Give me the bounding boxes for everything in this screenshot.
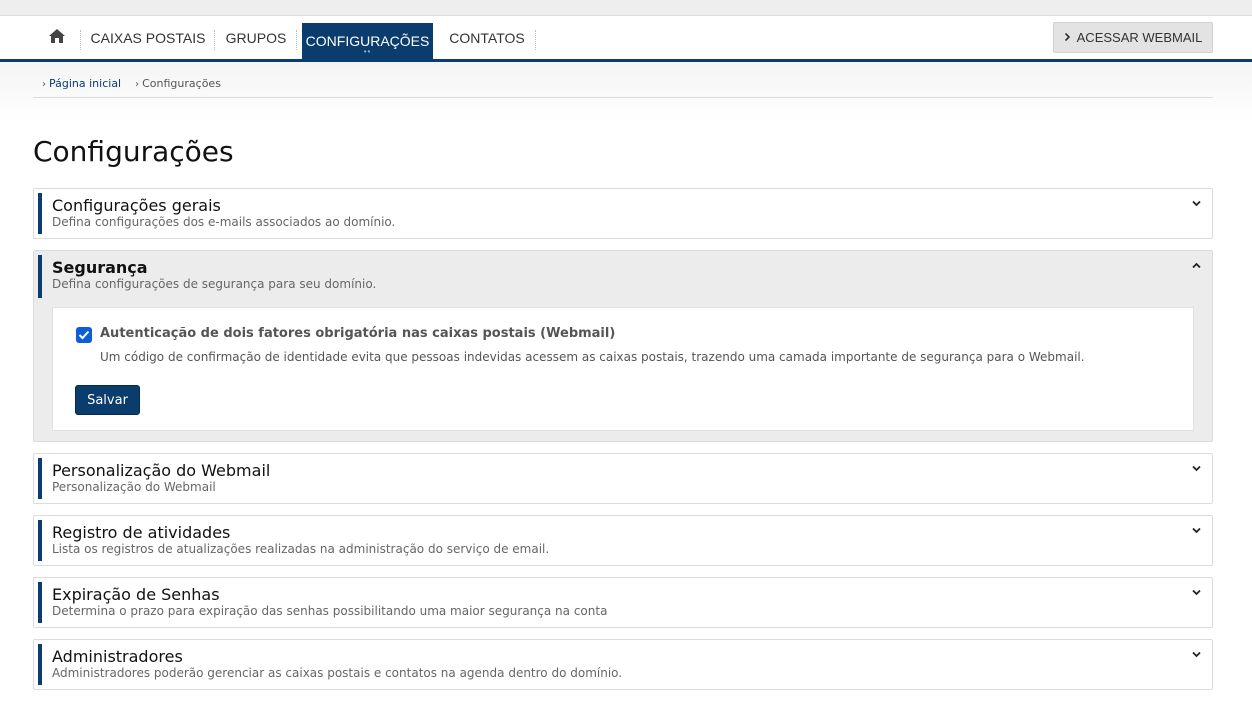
chevron-down-icon[interactable] [1188,460,1204,476]
nav-configuracoes[interactable]: CONFIGURAÇÕES •• [302,23,433,59]
section-subtitle: Administradores poderão gerenciar as cai… [52,666,623,680]
breadcrumb-current: Configurações [142,77,221,90]
two-factor-checkbox[interactable] [76,327,92,343]
nav-caixas-postais-label: CAIXAS POSTAIS [90,29,206,46]
section-accent-bar [38,582,42,623]
browser-top-strip [0,0,1252,16]
section-title: Configurações gerais [52,196,221,215]
section-accent-bar [38,255,42,298]
breadcrumb-band [0,62,1252,122]
chevron-down-icon[interactable] [1188,195,1204,211]
section-expiracao-senhas[interactable]: Expiração de Senhas Determina o prazo pa… [33,577,1213,628]
nav-home-button[interactable] [33,16,81,59]
breadcrumb: › Página inicial › Configurações [42,77,221,90]
top-navbar: CAIXAS POSTAIS GRUPOS CONFIGURAÇÕES •• C… [0,16,1252,62]
nav-grupos[interactable]: GRUPOS [215,16,297,59]
chevron-down-icon[interactable] [1188,584,1204,600]
section-configuracoes-gerais[interactable]: Configurações gerais Defina configuraçõe… [33,188,1213,239]
nav-grupos-label: GRUPOS [225,29,287,46]
chevron-up-icon[interactable] [1188,257,1204,273]
chevron-right-icon: › [42,79,46,90]
section-registro-atividades[interactable]: Registro de atividades Lista os registro… [33,515,1213,566]
section-title: Administradores [52,647,183,666]
page-title: Configurações [33,135,234,168]
breadcrumb-divider [33,97,1213,98]
two-factor-help-text: Um código de confirmação de identidade e… [100,350,1085,364]
chevron-down-icon[interactable] [1188,646,1204,662]
section-subtitle: Lista os registros de atualizações reali… [52,542,550,556]
section-subtitle: Defina configurações dos e-mails associa… [52,215,396,229]
chevron-right-icon [1064,30,1071,45]
acessar-webmail-label: ACESSAR WEBMAIL [1076,30,1203,45]
security-settings-body: Autenticação de dois fatores obrigatória… [52,307,1194,431]
section-administradores[interactable]: Administradores Administradores poderão … [33,639,1213,690]
nav-contatos[interactable]: CONTATOS [438,16,536,59]
section-subtitle: Personalização do Webmail [52,480,216,494]
nav-contatos-label: CONTATOS [449,29,525,46]
section-accent-bar [38,458,42,499]
section-seguranca[interactable]: Segurança Defina configurações de segura… [33,250,1213,442]
breadcrumb-home-link[interactable]: Página inicial [49,77,121,90]
chevron-right-icon: › [135,79,140,90]
section-title: Registro de atividades [52,523,231,542]
section-subtitle: Determina o prazo para expiração das sen… [52,604,608,618]
chevron-down-icon[interactable] [1188,522,1204,538]
section-subtitle: Defina configurações de segurança para s… [52,277,377,291]
two-factor-label[interactable]: Autenticação de dois fatores obrigatória… [100,326,615,341]
section-title: Personalização do Webmail [52,461,271,480]
save-button[interactable]: Salvar [75,385,140,415]
section-accent-bar [38,644,42,685]
section-personalizacao-webmail[interactable]: Personalização do Webmail Personalização… [33,453,1213,504]
active-indicator-dots: •• [363,47,372,56]
section-accent-bar [38,520,42,561]
home-icon [48,28,66,48]
section-accent-bar [38,193,42,234]
nav-caixas-postais[interactable]: CAIXAS POSTAIS [81,16,215,59]
section-title: Expiração de Senhas [52,585,220,604]
section-title: Segurança [52,258,148,277]
acessar-webmail-button[interactable]: ACESSAR WEBMAIL [1053,22,1213,53]
